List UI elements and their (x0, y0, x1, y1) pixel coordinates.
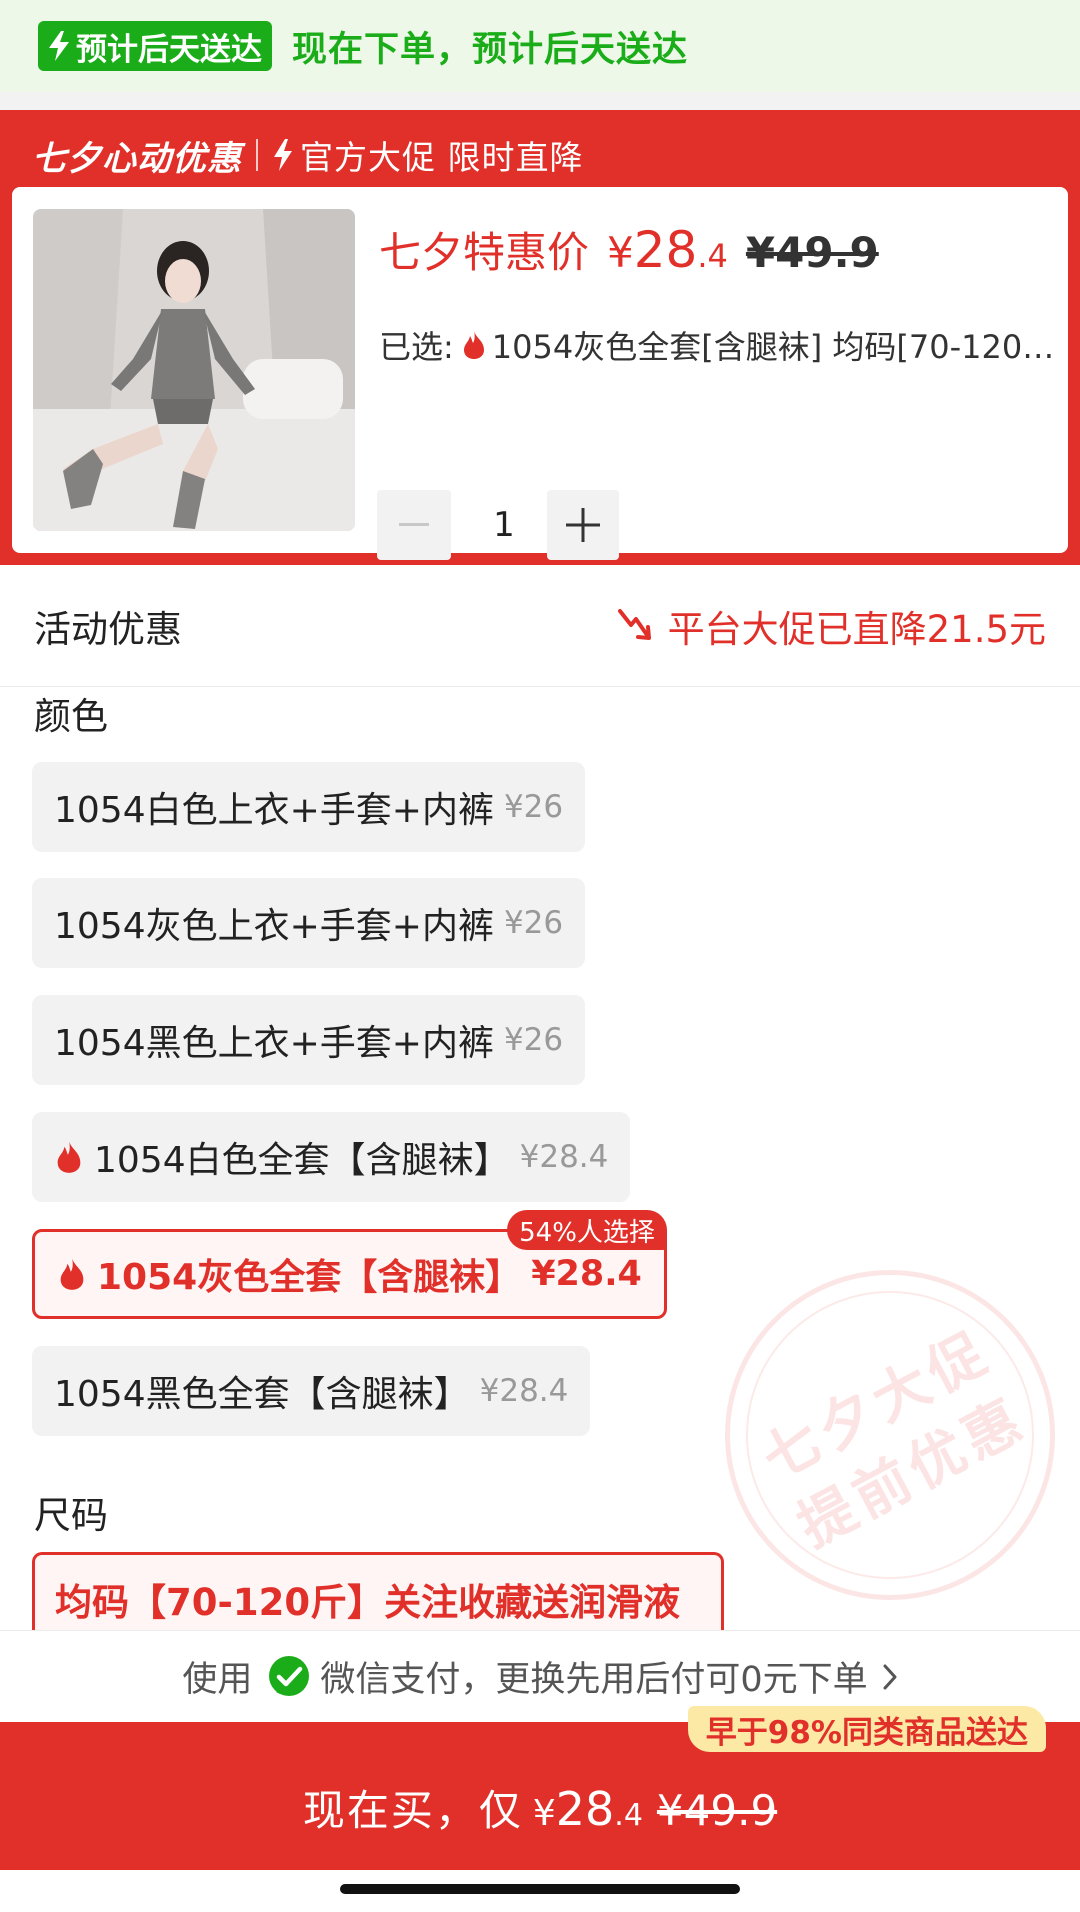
promo-panel: 七夕心动优惠 官方大促 限时直降 七夕特惠价 ¥ 28 .4 ¥49.9 已选:… (0, 110, 1080, 565)
activity-value-text: 平台大促已直降21.5元 (667, 607, 1046, 651)
color-section-label: 颜色 (34, 695, 108, 738)
promo-divider (256, 139, 258, 171)
price-integer: 28 (633, 221, 698, 279)
color-option-name: 1054白色全套【含腿袜】 (94, 1140, 510, 1181)
product-card: 七夕特惠价 ¥ 28 .4 ¥49.9 已选: 1054灰色全套[含腿袜] 均码… (12, 187, 1068, 560)
price-label: 七夕特惠价 (379, 228, 590, 277)
size-section-label: 尺码 (34, 1494, 108, 1537)
quantity-decrease-button[interactable] (377, 490, 451, 560)
payment-prefix: 使用 (182, 1660, 253, 1700)
selected-prefix: 已选: (379, 328, 454, 366)
flame-icon (60, 1258, 84, 1290)
promo-brand: 七夕心动优惠 (32, 138, 242, 179)
selected-value: 1054灰色全套[含腿袜] 均码[70-120斤]关注收藏送润滑液 (491, 328, 1059, 366)
color-option[interactable]: 1054白色全套【含腿袜】 ¥28.4 (32, 1112, 631, 1202)
buy-price-integer: 28 (555, 1781, 615, 1836)
divider (0, 92, 1080, 110)
delivery-banner: 预计后天送达 现在下单，预计后天送达 (0, 0, 1080, 92)
payment-text: 微信支付，更换先用后付可0元下单 (320, 1660, 868, 1700)
color-option-name: 1054灰色上衣+手套+内裤 (54, 906, 494, 947)
quantity-increase-button[interactable] (547, 490, 619, 560)
color-option-name: 1054黑色全套【含腿袜】 (54, 1374, 470, 1415)
plus-icon (566, 508, 600, 542)
quantity-value[interactable]: 1 (462, 490, 546, 560)
buy-original-price: ¥49.9 (656, 1785, 778, 1835)
flame-icon (463, 331, 484, 359)
buy-price-currency: ¥ (532, 1792, 556, 1834)
delivery-tag: 预计后天送达 (38, 21, 272, 71)
chevron-right-icon (883, 1664, 897, 1689)
color-option-name: 1054白色上衣+手套+内裤 (54, 790, 494, 831)
color-option-price: ¥26 (503, 789, 564, 825)
color-option-name: 1054灰色全套【含腿袜】 (97, 1257, 522, 1298)
color-option-price: ¥26 (503, 1022, 564, 1058)
special-price: 七夕特惠价 ¥ 28 .4 ¥49.9 (379, 219, 879, 280)
trend-down-icon (617, 608, 651, 640)
color-option-price: ¥26 (503, 905, 564, 941)
buy-price-decimal: .4 (614, 1797, 643, 1833)
wechat-pay-icon (269, 1655, 310, 1696)
color-option-price: ¥28.4 (519, 1139, 609, 1175)
promo-stamp-watermark: 七夕大促 提前优惠 (725, 1270, 1055, 1600)
lightning-icon (49, 31, 69, 61)
color-option-selected[interactable]: 1054灰色全套【含腿袜】 ¥28.4 54%人选择 (32, 1210, 667, 1319)
minus-icon (399, 523, 429, 526)
popularity-badge: 54%人选择 (507, 1210, 667, 1250)
color-option[interactable]: 1054黑色全套【含腿袜】 ¥28.4 (32, 1346, 591, 1436)
color-option-price: ¥28.4 (479, 1373, 569, 1409)
price-decimal: .4 (697, 237, 728, 275)
size-option-selected[interactable]: 均码【70-120斤】关注收藏送润滑液 (32, 1552, 724, 1642)
activity-discount-row[interactable]: 活动优惠 平台大促已直降21.5元 (0, 565, 1080, 687)
buy-now-content: 现在买，仅 ¥ 28 .4 ¥49.9 (303, 1777, 777, 1838)
lightning-icon (274, 139, 292, 171)
color-option-price: ¥28.4 (531, 1254, 642, 1294)
buy-now-label: 现在买，仅 (302, 1785, 523, 1835)
delivery-text: 现在下单，预计后天送达 (292, 29, 689, 70)
stamp-text: 七夕大促 提前优惠 (672, 1217, 1080, 1663)
activity-value: 平台大促已直降21.5元 (616, 599, 1046, 653)
price-currency: ¥ (607, 228, 634, 277)
product-image[interactable] (33, 209, 355, 531)
fast-delivery-badge: 早于98%同类商品送达 (687, 1706, 1046, 1752)
home-indicator[interactable] (340, 1884, 740, 1894)
flame-icon (57, 1141, 81, 1173)
promo-title: 七夕心动优惠 官方大促 限时直降 (32, 125, 584, 185)
color-option[interactable]: 1054白色上衣+手套+内裤 ¥26 (32, 762, 586, 852)
delivery-tag-label: 预计后天送达 (76, 31, 262, 68)
promo-subtitle: 官方大促 限时直降 (300, 138, 584, 177)
size-option-name: 均码【70-120斤】关注收藏送润滑液 (55, 1580, 681, 1624)
selected-variant: 已选: 1054灰色全套[含腿袜] 均码[70-120斤]关注收藏送润滑液 (379, 322, 1059, 368)
original-price: ¥49.9 (745, 228, 879, 277)
color-option[interactable]: 1054灰色上衣+手套+内裤 ¥26 (32, 878, 586, 968)
activity-label: 活动优惠 (34, 607, 182, 651)
color-option-name: 1054黑色上衣+手套+内裤 (54, 1023, 494, 1064)
color-option[interactable]: 1054黑色上衣+手套+内裤 ¥26 (32, 995, 586, 1085)
